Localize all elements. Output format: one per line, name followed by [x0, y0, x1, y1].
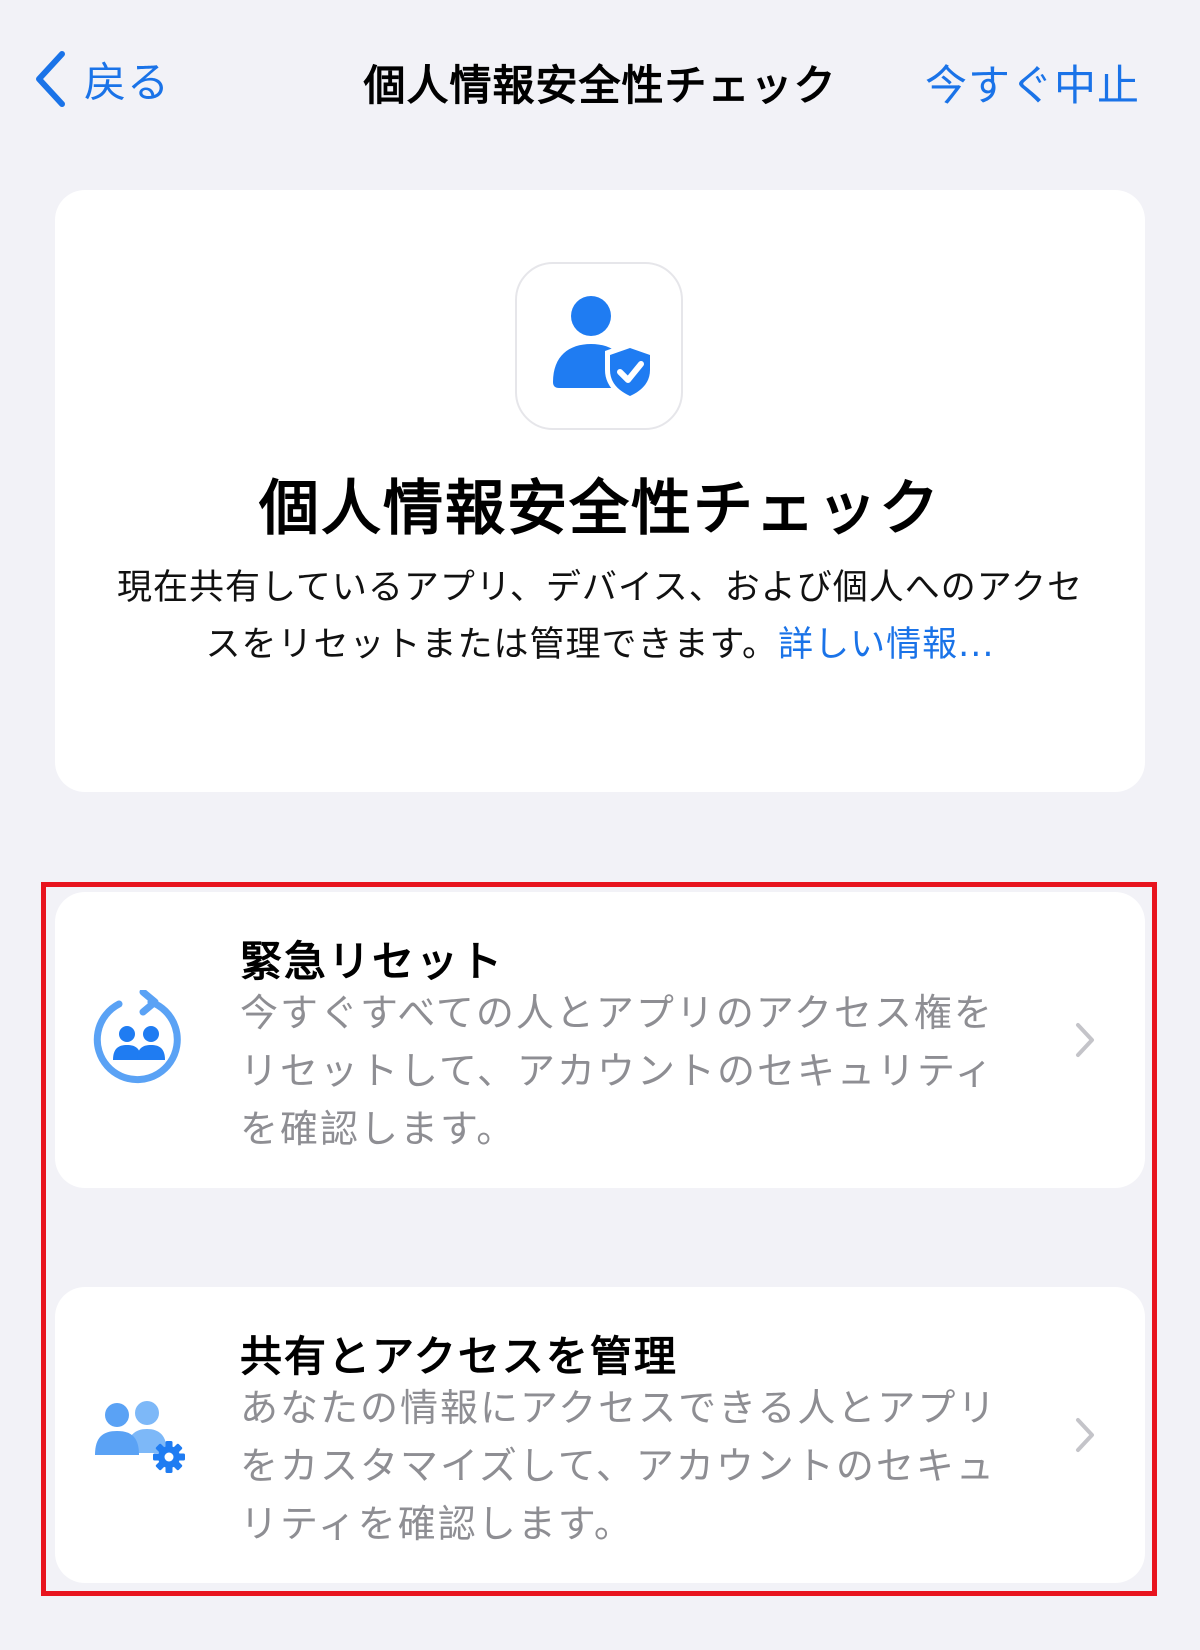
chevron-right-icon — [1076, 1418, 1094, 1452]
back-button[interactable]: 戻る — [34, 46, 170, 112]
people-gear-icon — [95, 1401, 185, 1473]
navigation-bar: 戻る 個人情報安全性チェック 今すぐ中止 — [0, 0, 1200, 160]
stop-now-button[interactable]: 今すぐ中止 — [925, 52, 1140, 113]
chevron-right-icon — [1076, 1023, 1094, 1057]
nav-title: 個人情報安全性チェック — [363, 61, 837, 110]
chevron-left-icon — [36, 51, 65, 107]
hero-title: 個人情報安全性チェック — [259, 474, 941, 544]
manage-sharing-title: 共有とアクセスを管理 — [240, 1332, 678, 1381]
manage-sharing-description: あなたの情報にアクセスできる人とアプリをカスタマイズして、アカウントのセキュリテ… — [240, 1386, 998, 1546]
emergency-reset-option[interactable]: 緊急リセット 今すぐすべての人とアプリのアクセス権をリセットして、アカウントのセ… — [55, 892, 1145, 1188]
manage-sharing-access-option[interactable]: 共有とアクセスを管理 あなたの情報にアクセスできる人とアプリをカスタマイズして、… — [55, 1287, 1145, 1583]
safety-check-app-icon — [515, 262, 683, 430]
emergency-reset-title: 緊急リセット — [240, 937, 505, 986]
people-reset-icon — [93, 990, 181, 1083]
hero-card: 個人情報安全性チェック 現在共有しているアプリ、デバイス、および個人へのアクセス… — [55, 190, 1145, 792]
back-button-label: 戻る — [84, 57, 171, 107]
hero-description: 現在共有しているアプリ、デバイス、および個人へのアクセスをリセットまたは管理でき… — [115, 560, 1085, 674]
emergency-reset-description: 今すぐすべての人とアプリのアクセス権をリセットして、アカウントのセキュリティを確… — [240, 991, 995, 1151]
person-shield-check-icon — [553, 296, 655, 402]
learn-more-link[interactable]: 詳しい情報... — [778, 625, 994, 665]
